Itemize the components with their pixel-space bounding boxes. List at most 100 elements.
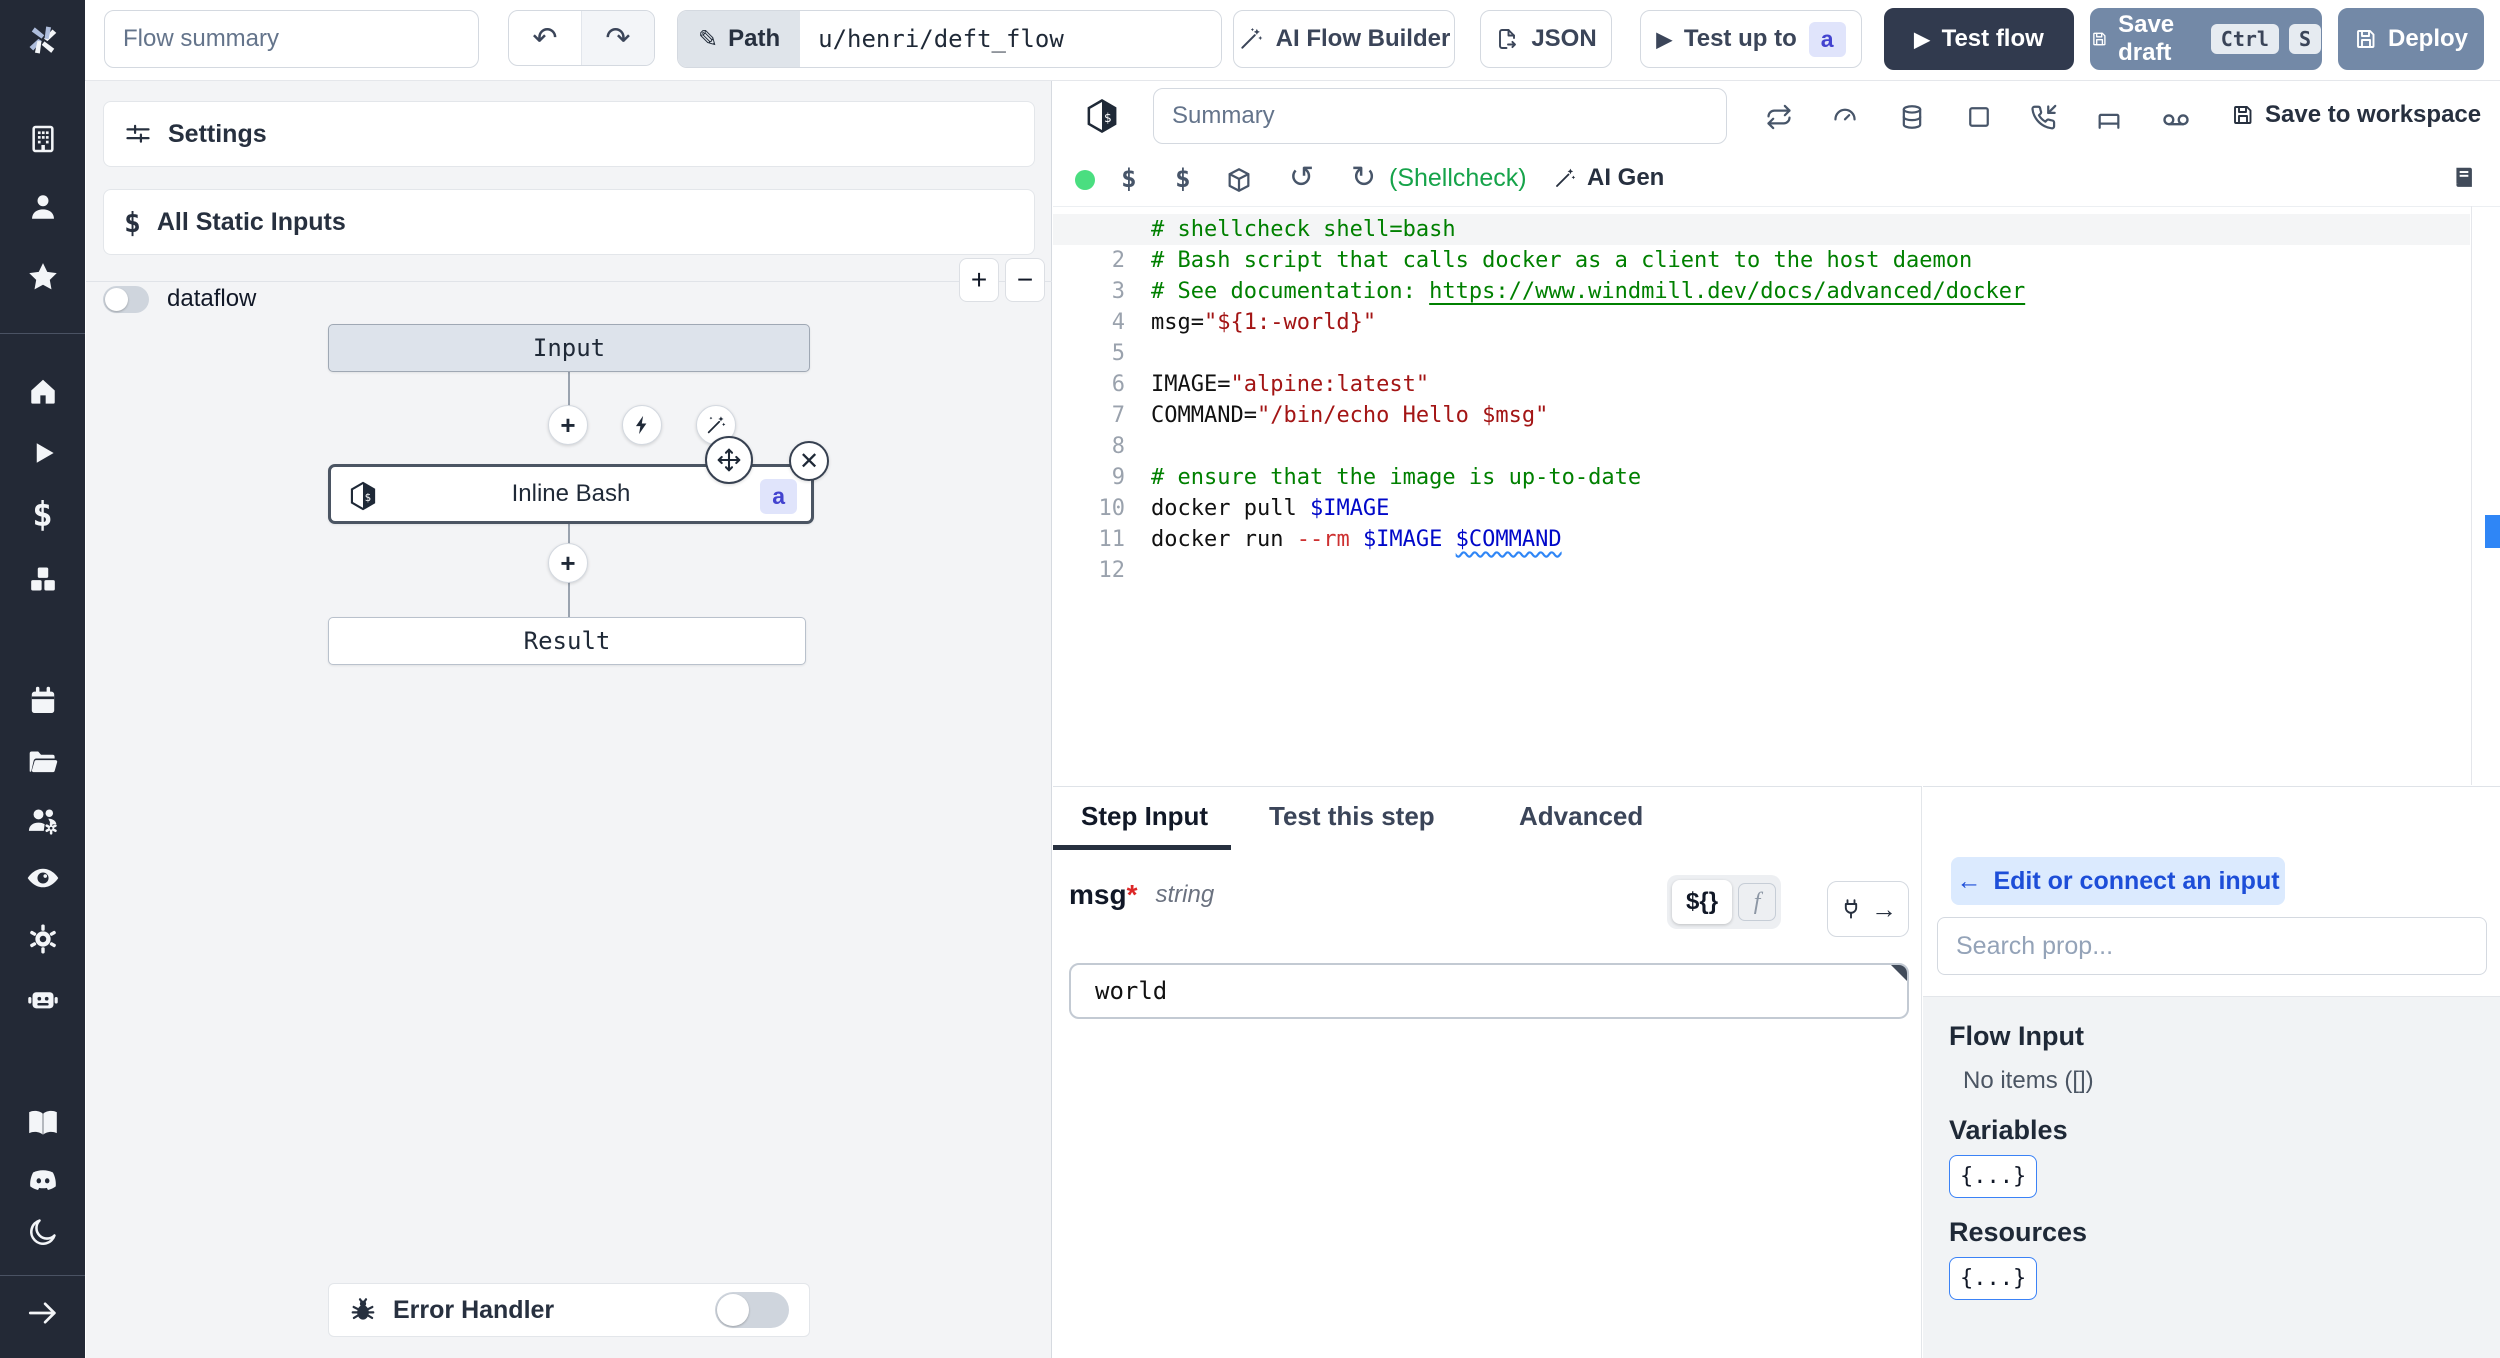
undo-button[interactable]: ↶ (509, 11, 581, 65)
template-mode-button[interactable]: ${} (1672, 880, 1733, 924)
resources-braces-button[interactable]: {...} (1949, 1257, 2038, 1300)
test-flow-button[interactable]: ▶ Test flow (1884, 8, 2074, 70)
discord-icon[interactable] (25, 1163, 61, 1199)
mock-square-icon[interactable] (1965, 103, 1993, 131)
dark-mode-moon-icon[interactable] (27, 1216, 59, 1248)
code-line[interactable]: # See documentation: https://www.windmil… (1151, 276, 2470, 307)
sleep-bed-icon[interactable] (2095, 105, 2123, 133)
settings-gear-icon[interactable] (26, 922, 60, 956)
code-line[interactable]: docker run --rm $IMAGE $COMMAND (1151, 524, 2470, 555)
groups-users-gear-icon[interactable] (25, 803, 61, 839)
user-icon[interactable] (27, 191, 59, 223)
step-panel: Step Input Test this step Advanced msg * … (1053, 786, 1922, 1358)
trigger-bolt-button[interactable] (622, 405, 662, 445)
code-lines[interactable]: # shellcheck shell=bash # Bash script tha… (1151, 214, 2470, 586)
code-line[interactable]: msg="${1:-world}" (1151, 307, 2470, 338)
edit-or-connect-button[interactable]: ← Edit or connect an input (1951, 857, 2285, 905)
workspace-building-icon[interactable] (27, 123, 59, 155)
reload-refresh-icon[interactable]: ↻ (1351, 160, 1376, 195)
code-editor[interactable]: 1 2 3 4 5 6 7 8 9 10 11 12 # shellcheck shell=bash #… (1053, 206, 2500, 785)
flow-input-empty: No items ([]) (1963, 1067, 2094, 1094)
code-line[interactable]: docker pull $IMAGE (1151, 493, 2470, 524)
code-line[interactable]: # Bash script that calls docker as a cli… (1151, 245, 2470, 276)
code-line[interactable]: IMAGE="alpine:latest" (1151, 369, 2470, 400)
windmill-logo-icon[interactable] (24, 21, 62, 59)
all-static-inputs-button[interactable]: $ All Static Inputs (103, 189, 1035, 255)
schedules-calendar-icon[interactable] (27, 685, 59, 717)
workers-robot-icon[interactable] (26, 982, 60, 1016)
windmill-flow-editor: $ Flow summary ↶ ↷ ✎ Path u/henri/deft_f… (0, 0, 2500, 1358)
error-handler-node[interactable]: Error Handler (328, 1283, 810, 1337)
ai-flow-builder-button[interactable]: AI Flow Builder (1233, 10, 1455, 68)
json-button[interactable]: JSON (1480, 10, 1612, 68)
field-value: world (1095, 977, 1168, 1005)
add-resource-dollar-icon[interactable]: $ (1175, 164, 1191, 194)
flow-summary-input[interactable] (104, 10, 479, 68)
prop-panel: ← Edit or connect an input Flow Input No… (1923, 786, 2500, 1358)
connect-input-button[interactable]: → (1827, 881, 1909, 937)
tab-step-input[interactable]: Step Input (1081, 801, 1208, 832)
tab-test-this-step[interactable]: Test this step (1269, 801, 1435, 832)
code-line[interactable]: COMMAND="/bin/echo Hello $msg" (1151, 400, 2470, 431)
cache-database-icon[interactable] (1898, 103, 1926, 131)
code-line[interactable]: # ensure that the image is up-to-date (1151, 462, 2470, 493)
docs-book-icon[interactable] (25, 1104, 61, 1140)
ai-gen-label: AI Gen (1587, 164, 1665, 191)
variables-braces-button[interactable]: {...} (1949, 1155, 2038, 1198)
template-mode-label: ${} (1686, 888, 1719, 915)
cube-box-icon[interactable] (1225, 166, 1253, 194)
add-step-button-2[interactable]: + (548, 543, 588, 583)
redo-button[interactable]: ↷ (581, 11, 654, 65)
step-badge: a (1808, 21, 1846, 57)
resources-cubes-icon[interactable] (26, 563, 59, 596)
voicemail-icon[interactable] (2161, 105, 2191, 135)
graph-node-result[interactable]: Result (328, 617, 806, 665)
path-button[interactable]: ✎ Path (678, 11, 801, 67)
favorites-star-icon[interactable] (26, 260, 60, 294)
ai-gen-button[interactable]: AI Gen (1553, 164, 1664, 192)
step-summary-input[interactable] (1153, 88, 1727, 144)
add-variable-dollar-icon[interactable]: $ (1121, 164, 1137, 194)
folders-icon[interactable] (26, 745, 60, 779)
variables-heading: Variables (1949, 1115, 2068, 1145)
search-prop-input[interactable] (1937, 917, 2487, 975)
collapse-arrow-right-icon[interactable] (26, 1296, 60, 1330)
plug-icon (1844, 899, 1858, 919)
code-line[interactable]: # shellcheck shell=bash (1151, 214, 2470, 245)
delete-node-button[interactable]: ✕ (789, 441, 829, 481)
field-value-editor[interactable]: world (1069, 963, 1909, 1019)
save-draft-button[interactable]: Save draft Ctrl S (2090, 8, 2322, 70)
docs-book-small-icon[interactable] (2451, 164, 2477, 190)
kbd-s: S (2288, 24, 2321, 54)
early-stop-gauge-icon[interactable] (1831, 103, 1859, 131)
retries-repeat-icon[interactable] (1765, 103, 1793, 131)
audit-eye-icon[interactable] (25, 860, 61, 896)
function-mode-button[interactable]: f (1738, 883, 1777, 921)
error-handler-toggle[interactable] (715, 1292, 789, 1328)
suspend-phone-incoming-icon[interactable] (2029, 103, 2057, 131)
dataflow-toggle[interactable] (103, 285, 149, 313)
result-node-label: Result (523, 627, 611, 655)
code-line[interactable] (1151, 338, 2470, 369)
svg-text:$: $ (1104, 110, 1112, 125)
save-to-workspace-label: Save to workspace (2265, 101, 2482, 128)
home-icon[interactable] (27, 375, 59, 407)
zoom-in-button[interactable]: + (959, 258, 999, 302)
tab-advanced[interactable]: Advanced (1519, 801, 1643, 832)
zoom-out-button[interactable]: − (1005, 258, 1045, 302)
code-line[interactable] (1151, 431, 2470, 462)
save-to-workspace-button[interactable]: Save to workspace (2231, 101, 2481, 129)
variables-dollar-icon[interactable]: $ (32, 495, 52, 535)
reset-undo-icon[interactable]: ↺ (1289, 160, 1314, 195)
editor-fold-corner (1889, 965, 1907, 983)
deploy-button[interactable]: Deploy (2338, 8, 2484, 70)
code-line[interactable] (1151, 555, 2470, 586)
move-node-handle[interactable] (705, 436, 753, 484)
flow-settings-button[interactable]: Settings (103, 101, 1035, 167)
path-input[interactable] (800, 11, 1221, 67)
graph-node-input[interactable]: Input (328, 324, 810, 372)
runs-play-icon[interactable] (28, 438, 58, 468)
add-step-button-1[interactable]: + (548, 405, 588, 445)
test-up-to-button[interactable]: ▶ Test up to a (1640, 10, 1862, 68)
shellcheck-link[interactable]: (Shellcheck) (1389, 164, 1527, 193)
